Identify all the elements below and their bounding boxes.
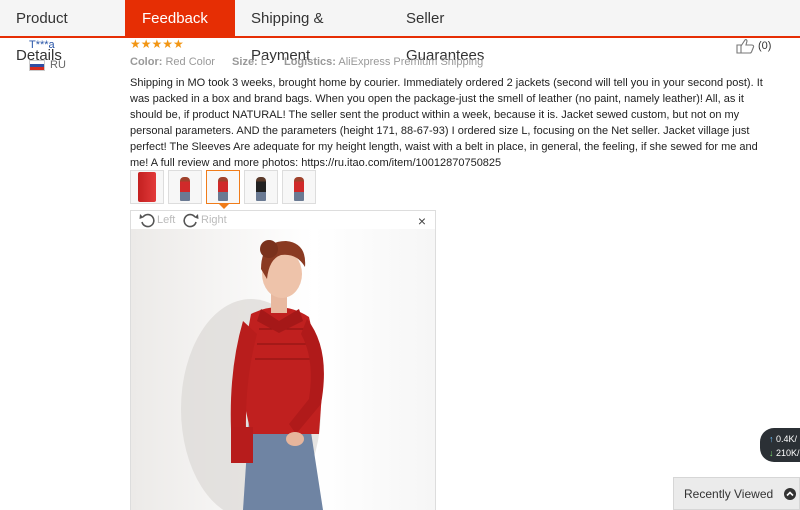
review-photo-thumbnails xyxy=(130,170,316,204)
russia-flag-icon xyxy=(29,59,45,71)
color-value: Red Color xyxy=(165,56,215,68)
tab-seller-guarantees[interactable]: Seller Guarantees xyxy=(390,0,530,64)
review-thumbnail[interactable] xyxy=(168,170,202,204)
review-thumbnail[interactable] xyxy=(130,170,164,204)
rotate-right-icon xyxy=(183,213,199,228)
rotate-left-label: Left xyxy=(157,214,176,226)
review-thumbnail-selected[interactable] xyxy=(206,170,240,204)
photo-viewer: Left Right × xyxy=(130,210,436,510)
thumbnail-pointer xyxy=(219,204,229,209)
close-viewer-button[interactable]: × xyxy=(418,213,426,229)
review-meta: Color: Red Color Size: L Logistics: AliE… xyxy=(130,56,497,68)
logistics-value: AliExpress Premium Shipping xyxy=(338,56,484,68)
helpful-count: (0) xyxy=(758,40,772,52)
review-thumbnail[interactable] xyxy=(244,170,278,204)
rating-stars: ★★★★★ xyxy=(130,37,184,51)
upload-arrow-icon: ↑ xyxy=(769,434,774,444)
color-label: Color: xyxy=(130,56,163,68)
country-code: RU xyxy=(50,59,66,71)
reviewer-name[interactable]: T***a xyxy=(29,38,66,52)
tab-product-details[interactable]: Product Details xyxy=(0,0,125,64)
logistics-label: Logistics: xyxy=(283,56,336,68)
reviewer-info: T***a RU xyxy=(29,38,66,71)
tab-feedback[interactable]: Feedback (2) xyxy=(125,0,235,64)
rotate-right-button[interactable]: Right xyxy=(183,211,227,229)
thumbs-up-icon xyxy=(736,39,755,54)
tab-bar: Product Details Feedback (2) Shipping & … xyxy=(0,0,800,64)
review-text: Shipping in MO took 3 weeks, brought hom… xyxy=(130,77,763,169)
rotate-left-button[interactable]: Left xyxy=(139,211,175,229)
chevron-up-icon xyxy=(784,487,797,500)
recently-viewed-button[interactable]: Recently Viewed xyxy=(673,477,800,510)
review-thumbnail[interactable] xyxy=(282,170,316,204)
helpful-button[interactable]: (0) xyxy=(736,38,771,54)
rotate-right-label: Right xyxy=(201,214,227,226)
size-label: Size: xyxy=(232,56,258,68)
reviewer-country: RU xyxy=(29,59,66,71)
size-value: L xyxy=(260,56,267,68)
upload-speed: 0.4K/ xyxy=(776,434,798,444)
network-speed-widget: ↑ 0.4K/ ↓ 210K/ xyxy=(760,428,800,462)
download-arrow-icon: ↓ xyxy=(769,448,774,458)
woman-red-jacket-photo xyxy=(181,240,324,510)
review-photo-large xyxy=(131,229,435,510)
recently-viewed-label: Recently Viewed xyxy=(684,486,774,501)
download-speed: 210K/ xyxy=(776,448,800,458)
tab-shipping-payment[interactable]: Shipping & Payment xyxy=(235,0,390,64)
rotate-left-icon xyxy=(139,213,155,228)
